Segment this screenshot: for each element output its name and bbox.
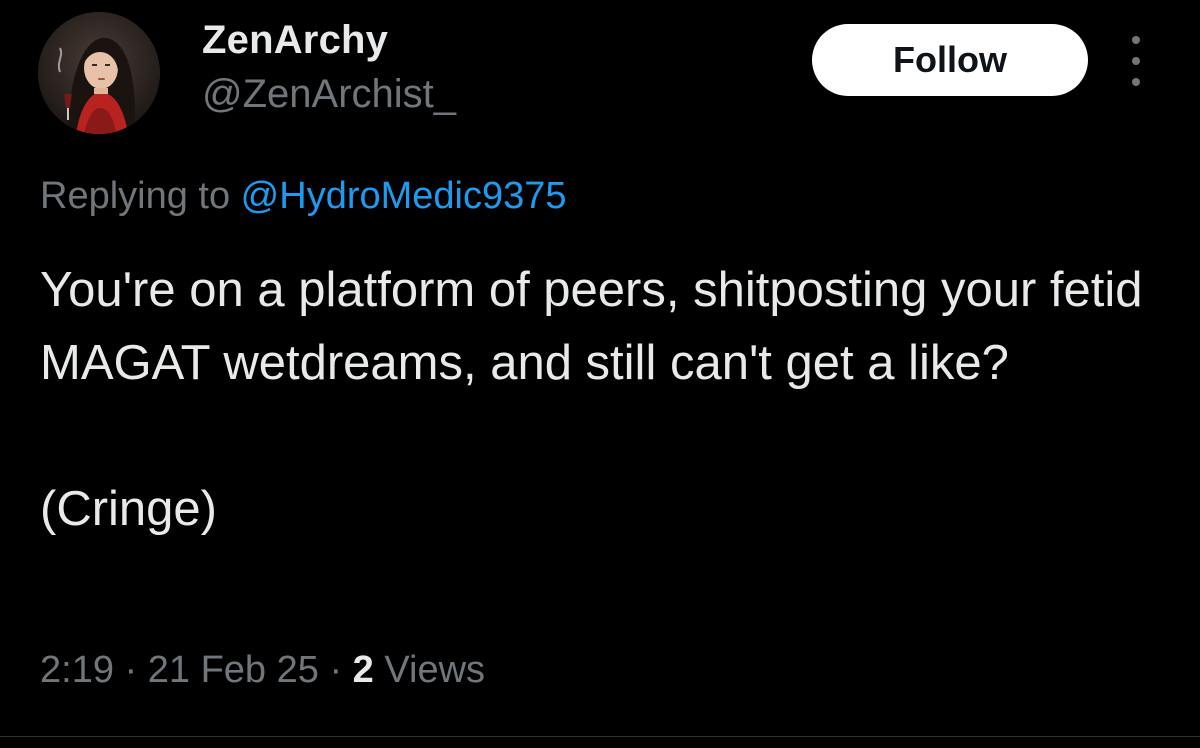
replying-to-label: Replying to xyxy=(40,175,241,217)
reply-mention-link[interactable]: @HydroMedic9375 xyxy=(241,175,567,217)
tweet-card: ZenArchy @ZenArchist_ Follow Replying to… xyxy=(0,0,1200,748)
more-dot xyxy=(1132,78,1140,86)
meta-separator: · xyxy=(318,649,353,691)
user-handle[interactable]: @ZenArchist_ xyxy=(202,68,456,120)
more-dot xyxy=(1132,57,1140,65)
display-name[interactable]: ZenArchy xyxy=(202,14,456,66)
tweet-date[interactable]: 21 Feb 25 xyxy=(148,649,319,691)
user-info: ZenArchy @ZenArchist_ xyxy=(202,14,456,120)
tweet-text: You're on a platform of peers, shitposti… xyxy=(40,263,1143,536)
meta-separator: · xyxy=(113,649,148,691)
views-count[interactable]: 2 xyxy=(353,649,374,691)
avatar[interactable] xyxy=(38,12,160,134)
tweet-meta: 2:19 · 21 Feb 25 · 2 Views xyxy=(40,644,485,696)
views-label[interactable]: Views xyxy=(374,649,485,691)
divider xyxy=(0,736,1200,737)
more-dot xyxy=(1132,36,1140,44)
more-vertical-icon[interactable] xyxy=(1118,36,1154,86)
tweet-time[interactable]: 2:19 xyxy=(40,649,114,691)
replying-to: Replying to @HydroMedic9375 xyxy=(40,172,567,220)
follow-button[interactable]: Follow xyxy=(812,24,1088,96)
avatar-portrait-icon xyxy=(38,12,160,134)
